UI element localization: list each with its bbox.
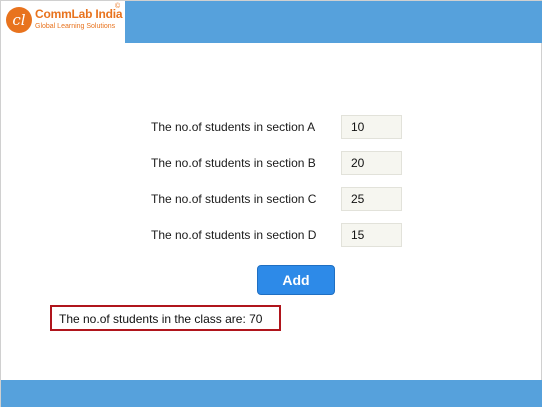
section-b-row: The no.of students in section B <box>1 151 542 175</box>
section-c-row: The no.of students in section C <box>1 187 542 211</box>
registered-mark: © <box>115 3 121 10</box>
section-d-input[interactable] <box>341 223 402 247</box>
section-a-row: The no.of students in section A <box>1 115 542 139</box>
brand-name: CommLab India <box>35 7 123 21</box>
logo-mark-icon: cl <box>6 7 32 33</box>
section-c-input[interactable] <box>341 187 402 211</box>
section-d-label: The no.of students in section D <box>151 228 317 242</box>
add-button[interactable]: Add <box>257 265 335 295</box>
section-b-input[interactable] <box>341 151 402 175</box>
section-a-label: The no.of students in section A <box>151 120 316 134</box>
total-result: The no.of students in the class are: 70 <box>50 305 281 331</box>
brand-tagline: Global Learning Solutions <box>35 23 116 30</box>
section-a-input[interactable] <box>341 115 402 139</box>
brand-logo: cl CommLab India © Global Learning Solut… <box>1 1 125 43</box>
header-bar: cl CommLab India © Global Learning Solut… <box>1 1 542 43</box>
footer-bar <box>1 380 542 407</box>
section-b-label: The no.of students in section B <box>151 156 316 170</box>
section-d-row: The no.of students in section D <box>1 223 542 247</box>
section-c-label: The no.of students in section C <box>151 192 317 206</box>
slide-frame: cl CommLab India © Global Learning Solut… <box>0 0 542 407</box>
